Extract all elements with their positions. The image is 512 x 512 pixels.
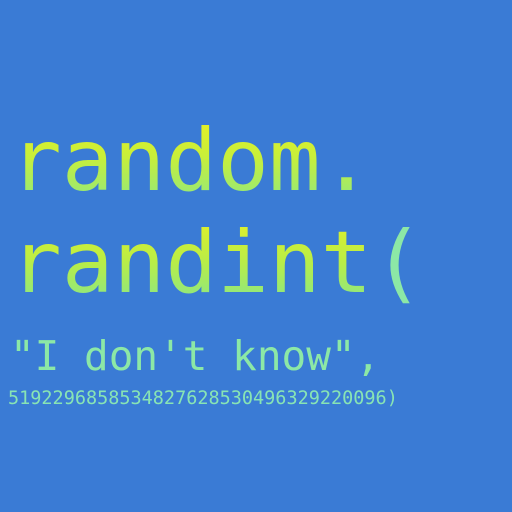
code-line-random: random.	[10, 111, 373, 211]
code-line-string-arg: "I don't know",	[10, 332, 381, 380]
code-line-randint: randint(	[10, 220, 424, 306]
code-token-open-paren: (	[372, 213, 425, 313]
code-token-randint: randint	[10, 213, 373, 313]
code-line-number-arg: 5192296858534827628530496329220096)	[8, 388, 398, 409]
code-canvas: random. randint( "I don't know", 5192296…	[0, 0, 512, 512]
